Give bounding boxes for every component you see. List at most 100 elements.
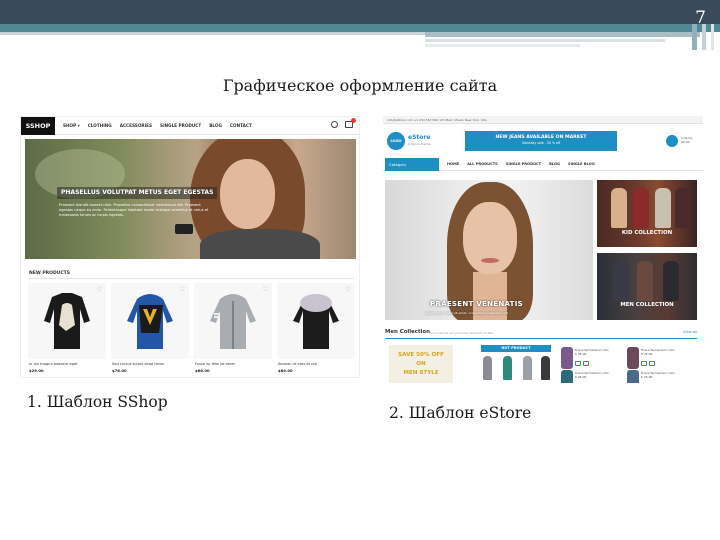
sshop-nav-item: CONTACT <box>229 123 252 128</box>
promo-figure <box>637 261 653 301</box>
cart-button-icon <box>641 361 647 366</box>
estore-item: Fusce fermentum odio $ 25.00 <box>575 348 609 356</box>
product-dress <box>523 356 532 380</box>
sshop-product-card: ♡ <box>194 283 272 359</box>
sshop-hero-image: PHASELLUS VOLUTPAT METUS EGET EGESTAS Pr… <box>25 139 356 259</box>
sshop-section-divider <box>29 278 354 279</box>
promo-figure <box>675 188 691 228</box>
slider-woman-lips <box>481 258 499 263</box>
header-band-teal <box>0 24 720 32</box>
sshop-nav-item: ACCESSORIES <box>119 123 153 128</box>
hero-woman-shirt <box>200 229 320 259</box>
estore-logo: LOGO <box>387 132 405 150</box>
estore-category-button: Category <box>385 158 439 171</box>
hero-phone <box>175 224 193 234</box>
slider-woman-face <box>463 202 517 274</box>
sshop-nav-item: CLOTHING <box>87 123 112 128</box>
header-band-gray <box>0 32 425 35</box>
estore-item: Fusce fermentum odio $ 25.00 <box>575 371 609 379</box>
sshop-product-name: Fusce ac felis sit amet <box>195 362 235 366</box>
promo-figure <box>613 261 629 301</box>
header-band-light <box>425 44 580 47</box>
sshop-nav: SHOP ▾ CLOTHING ACCESSORIES SINGLE PRODU… <box>63 117 252 135</box>
sshop-nav-item: SHOP ▾ <box>63 123 80 128</box>
product-dress <box>503 356 512 380</box>
sshop-nav-item: SINGLE PRODUCT <box>160 123 202 128</box>
estore-item-price: $ 25.00 <box>641 375 653 379</box>
sshop-nav-icons <box>331 118 356 128</box>
sshop-template-screenshot: SSHOP SHOP ▾ CLOTHING ACCESSORIES SINGLE… <box>20 116 360 378</box>
estore-item-price: $ 25.00 <box>575 375 587 379</box>
estore-banner: NEW JEANS AVAILABLE ON MARKET Saturday s… <box>465 131 617 151</box>
header-band-light <box>425 39 665 42</box>
estore-logo-name: eStore <box>408 134 431 141</box>
estore-slider-sub: Lorem ipsum dolor sit amet, consectetur … <box>425 311 508 315</box>
sshop-nav-item: BLOG <box>209 123 222 128</box>
slide-header-decoration: 7 <box>0 0 720 50</box>
caption-sshop: 1. Шаблон SShop <box>27 393 168 411</box>
estore-topbar: info@eStore.com +1 234 567 890 123 Main … <box>383 116 703 124</box>
product-image-hoodie-blue <box>127 294 173 349</box>
estore-item: Fusce fermentum odio $ 25.00 <box>641 348 675 356</box>
estore-collection-divider <box>385 338 697 339</box>
cart-icon <box>666 135 678 147</box>
product-image-sweater-black <box>44 293 90 349</box>
header-band-dark <box>0 0 720 24</box>
heart-button-icon <box>583 361 589 366</box>
header-band-light <box>425 32 700 37</box>
promo-figure <box>663 261 679 301</box>
cart-button-icon <box>575 361 581 366</box>
estore-item: Fusce fermentum odio $ 25.00 <box>641 371 675 379</box>
estore-sale-box: SAVE 50% OFF ON MEN STYLE <box>389 345 453 383</box>
estore-logo-sub: Original theme <box>408 142 431 146</box>
estore-collection-sub: Find it above our products featured on S… <box>429 331 494 335</box>
header-vertical-bar <box>711 24 714 50</box>
heart-icon: ♡ <box>345 286 351 293</box>
product-dress <box>541 356 550 380</box>
heart-button-icon <box>649 361 655 366</box>
cart-badge <box>351 118 356 123</box>
sshop-hero-text: Praesent blandit laoreet nibh. Phasellus… <box>59 203 209 217</box>
sshop-product-price: $66.00 <box>195 368 210 373</box>
estore-nav-item: BLOG <box>549 162 560 166</box>
estore-template-screenshot: info@eStore.com +1 234 567 890 123 Main … <box>383 116 703 383</box>
product-thumb <box>627 370 639 383</box>
estore-view-all-link: View all <box>683 330 697 334</box>
estore-cart-text: 0 Items $0.00 <box>681 136 692 144</box>
heart-icon: ♡ <box>96 286 102 293</box>
promo-figure <box>655 188 671 228</box>
estore-nav: HOME ALL PRODUCTS SINGLE PRODUCT BLOG SI… <box>447 158 595 171</box>
sshop-product-name: In dui magna posuere eget <box>29 362 78 366</box>
estore-nav-item: SINGLE PRODUCT <box>505 162 542 166</box>
sshop-product-card: ♡ <box>28 283 106 359</box>
sshop-product-name: Sed cursus turpis vitae tortor <box>112 362 165 366</box>
promo-figure <box>611 188 627 228</box>
estore-collection-title: Men Collection <box>385 329 430 335</box>
estore-promo-men-collection: MEN COLLECTION <box>597 253 697 320</box>
estore-cart-total: $0.00 <box>681 140 690 144</box>
estore-promo-label: MEN COLLECTION <box>620 302 674 308</box>
sshop-section-title: NEW PRODUCTS <box>29 271 70 276</box>
caption-estore: 2. Шаблон eStore <box>389 404 532 422</box>
slide-number: 7 <box>695 8 706 28</box>
estore-hot-product-label: HOT PRODUCT <box>481 345 551 352</box>
estore-banner-title: NEW JEANS AVAILABLE ON MARKET <box>495 135 587 140</box>
sshop-product-price: $76.00 <box>112 368 127 373</box>
sshop-hero-title: PHASELLUS VOLUTPAT METUS EGET EGESTAS <box>57 187 217 199</box>
product-thumb <box>627 347 639 369</box>
hero-woman-face <box>220 159 275 229</box>
slide-title: Графическое оформление сайта <box>222 76 498 95</box>
estore-slider-title: PRAESENT VENENATIS <box>430 300 524 308</box>
search-icon <box>331 121 338 128</box>
estore-sale-line: MEN STYLE <box>403 370 439 376</box>
sshop-product-card: ♡ <box>111 283 189 359</box>
product-dress <box>483 356 492 380</box>
estore-promo-label: KID COLLECTION <box>621 230 673 236</box>
sshop-logo: SSHOP <box>21 117 55 135</box>
estore-sale-line: SAVE 50% OFF <box>398 352 444 358</box>
product-image-hoodie-gray <box>210 294 256 349</box>
heart-icon: ♡ <box>262 286 268 293</box>
estore-banner-sub: Saturday sale - 50 % off <box>521 141 561 145</box>
product-thumb <box>561 347 573 369</box>
estore-slider-image: PRAESENT VENENATIS Lorem ipsum dolor sit… <box>385 180 593 320</box>
